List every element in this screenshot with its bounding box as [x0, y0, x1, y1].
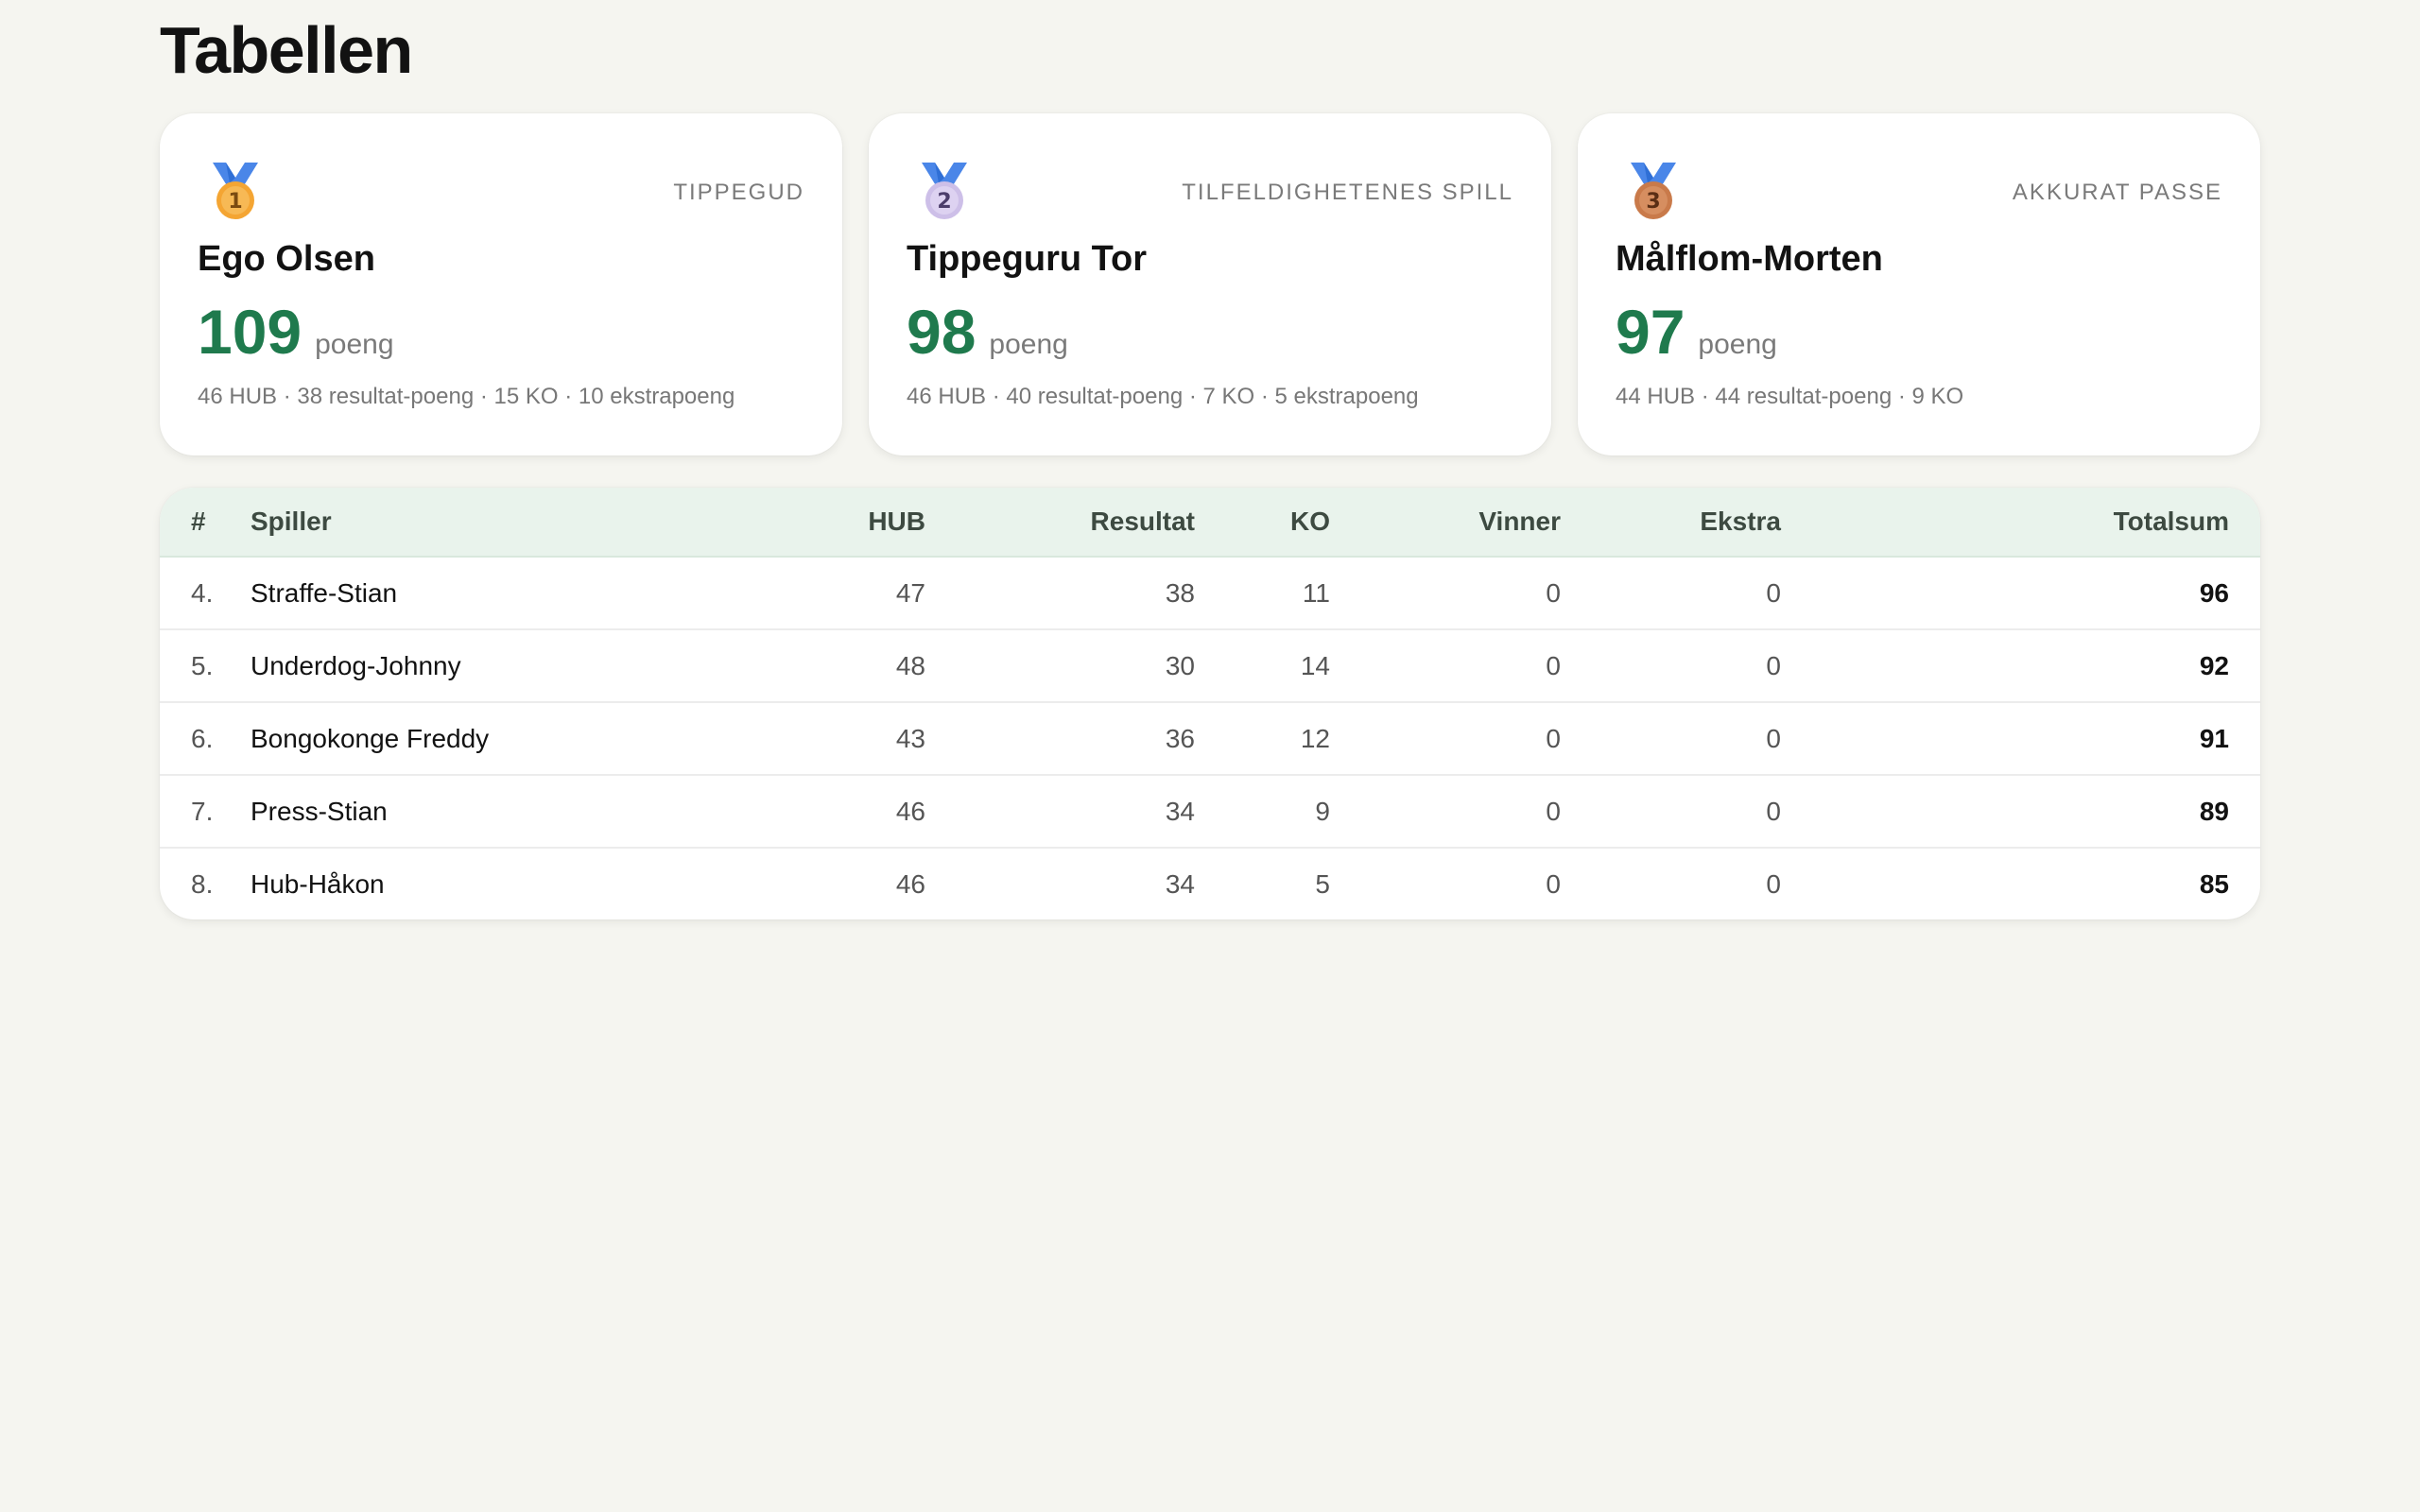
podium-card-3[interactable]: 3 AKKURAT PASSE Målflom-Morten 97 poeng …: [1578, 113, 2260, 455]
cell-winner: 0: [1331, 701, 1562, 775]
silver-medal-icon: 2: [922, 163, 967, 219]
player-name: Ego Olsen: [198, 239, 375, 279]
cell-hub: 47: [895, 577, 925, 608]
score-line: 97 poeng: [1616, 301, 2222, 363]
col-header-rank[interactable]: #: [160, 488, 250, 558]
medal-number: 1: [228, 190, 242, 214]
col-header-total[interactable]: Totalsum: [1782, 488, 2260, 558]
cell-ko: 12: [1196, 701, 1331, 775]
col-header-extra[interactable]: Ekstra: [1562, 488, 1782, 558]
cell-extra: 0: [1562, 774, 1782, 848]
standings-table-card: # Spiller HUB Resultat KO Vinner Ekstra …: [160, 488, 2260, 919]
standings-table: # Spiller HUB Resultat KO Vinner Ekstra …: [160, 488, 2260, 919]
card-tag: TIPPEGUD: [673, 180, 804, 205]
podium-card-1[interactable]: 1 TIPPEGUD Ego Olsen 109 poeng 46 HUB · …: [160, 113, 842, 455]
card-detail: 46 HUB · 40 resultat-poeng · 7 KO · 5 ek…: [907, 384, 1419, 409]
card-detail: 46 HUB · 38 resultat-poeng · 15 KO · 10 …: [198, 384, 735, 409]
cell-extra: 0: [1562, 628, 1782, 702]
cell-total: 85: [1782, 847, 2260, 919]
score-unit: poeng: [989, 329, 1068, 360]
cell-rank: 5.: [160, 628, 250, 702]
cell-rank: 8.: [160, 847, 250, 919]
cell-result: 34: [926, 847, 1196, 919]
cell-ko: 9: [1196, 774, 1331, 848]
col-header-player[interactable]: Spiller: [250, 488, 647, 558]
table-row[interactable]: 6. Bongokonge Freddy 43 36 12 0 0 91: [160, 701, 2260, 775]
cell-total: 89: [1782, 774, 2260, 848]
bronze-medal-icon: 3: [1631, 163, 1676, 219]
cell-result: 30: [926, 628, 1196, 702]
player-name: Tippeguru Tor: [907, 239, 1148, 279]
cell-winner: 0: [1331, 847, 1562, 919]
medal-number: 2: [937, 190, 951, 214]
cell-player: Bongokonge Freddy: [250, 701, 647, 775]
card-tag: AKKURAT PASSE: [2012, 180, 2222, 205]
podium: 1 TIPPEGUD Ego Olsen 109 poeng 46 HUB · …: [160, 113, 2260, 455]
cell-rank: 4.: [191, 577, 214, 608]
score-line: 109 poeng: [198, 301, 804, 363]
score-value: 98: [907, 297, 977, 367]
score-unit: poeng: [1698, 329, 1777, 360]
col-header-result[interactable]: Resultat: [926, 488, 1196, 558]
cell-hub: 46: [647, 847, 926, 919]
cell-ko: 14: [1196, 628, 1331, 702]
cell-hub: 46: [647, 774, 926, 848]
cell-total: 91: [1782, 701, 2260, 775]
cell-hub: 43: [647, 701, 926, 775]
score-value: 109: [198, 297, 302, 367]
cell-player: Straffe-Stian: [251, 577, 398, 608]
cell-winner: 0: [1331, 774, 1562, 848]
score-value: 97: [1616, 297, 1685, 367]
col-header-hub[interactable]: HUB: [647, 488, 926, 558]
table-row[interactable]: 5. Underdog-Johnny 48 30 14 0 0 92: [160, 628, 2260, 702]
cell-player: Press-Stian: [250, 774, 647, 848]
cell-winner: 0: [1331, 628, 1562, 702]
score-unit: poeng: [315, 329, 394, 360]
podium-card-2[interactable]: 2 TILFELDIGHETENES SPILL Tippeguru Tor 9…: [869, 113, 1551, 455]
cell-extra: 0: [1766, 577, 1781, 608]
cell-extra: 0: [1562, 701, 1782, 775]
table-row[interactable]: 8. Hub-Håkon 46 34 5 0 0 85: [160, 847, 2260, 919]
cell-rank: 7.: [160, 774, 250, 848]
cell-result: 36: [926, 701, 1196, 775]
cell-player: Underdog-Johnny: [250, 628, 647, 702]
score-line: 98 poeng: [907, 301, 1513, 363]
cell-player: Hub-Håkon: [250, 847, 647, 919]
cell-winner: 0: [1546, 577, 1561, 608]
col-header-winner[interactable]: Vinner: [1331, 488, 1562, 558]
player-name: Målflom-Morten: [1616, 239, 1883, 279]
table-row[interactable]: 7. Press-Stian 46 34 9 0 0 89: [160, 774, 2260, 848]
card-tag: TILFELDIGHETENES SPILL: [1182, 180, 1513, 205]
page: Tabellen 1 TIPPEGUD Ego Olsen 109 poeng …: [160, 0, 2260, 919]
cell-ko: 11: [1302, 577, 1330, 608]
col-header-ko[interactable]: KO: [1196, 488, 1331, 558]
page-title: Tabellen: [160, 13, 413, 87]
cell-extra: 0: [1562, 847, 1782, 919]
table-header-row: # Spiller HUB Resultat KO Vinner Ekstra …: [160, 488, 2260, 558]
gold-medal-icon: 1: [213, 163, 258, 219]
cell-result: 38: [1165, 577, 1195, 608]
card-detail: 44 HUB · 44 resultat-poeng · 9 KO: [1616, 384, 1964, 409]
cell-rank: 6.: [160, 701, 250, 775]
table-row[interactable]: 4. Straffe-Stian 47 38 11 0 0 96: [160, 557, 2260, 629]
cell-ko: 5: [1196, 847, 1331, 919]
cell-hub: 48: [647, 628, 926, 702]
cell-result: 34: [926, 774, 1196, 848]
cell-total: 96: [2199, 577, 2229, 608]
cell-total: 92: [1782, 628, 2260, 702]
medal-number: 3: [1646, 190, 1660, 214]
